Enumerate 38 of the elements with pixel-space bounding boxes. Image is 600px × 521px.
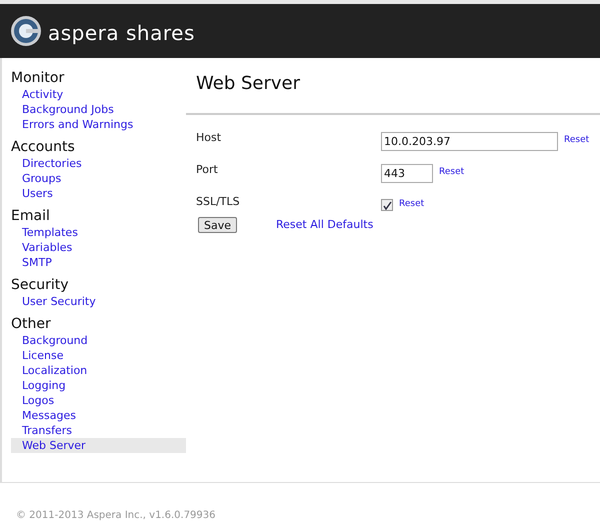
text-field[interactable]: 443	[381, 164, 433, 182]
field-label: Port	[196, 162, 219, 178]
sidebar-link[interactable]: User Security	[11, 294, 186, 309]
sidebar-link[interactable]: Messages	[11, 408, 186, 423]
reset-link[interactable]: Reset	[564, 134, 590, 148]
sidebar-link[interactable]: Logging	[11, 378, 186, 393]
sidebar-link[interactable]: Localization	[11, 363, 186, 378]
sidebar-link[interactable]: License	[11, 348, 186, 363]
sidebar-link[interactable]: Transfers	[11, 423, 186, 438]
reset-all-link[interactable]: Reset All Defaults	[276, 217, 374, 234]
sidebar-link[interactable]: Background	[11, 333, 186, 348]
app-title: aspera shares	[48, 20, 195, 47]
checkbox[interactable]	[381, 199, 393, 211]
copyright-text: © 2011-2013 Aspera Inc., v1.6.0.79936	[16, 510, 216, 521]
sidebar-link[interactable]: Variables	[11, 240, 186, 255]
section-heading: Accounts	[11, 138, 76, 156]
sidebar-link[interactable]: Groups	[11, 171, 186, 186]
sidebar-link[interactable]: Web Server	[11, 438, 186, 453]
reset-link[interactable]: Reset	[399, 198, 424, 212]
sidebar-link[interactable]: Errors and Warnings	[11, 117, 186, 132]
section-heading: Monitor	[11, 69, 66, 87]
save-button[interactable]: Save	[198, 217, 238, 234]
text-field[interactable]: 10.0.203.97	[381, 132, 558, 150]
sidebar-link[interactable]: Users	[11, 186, 186, 201]
field-label: Host	[196, 130, 222, 146]
sidebar-link[interactable]: SMTP	[11, 255, 186, 270]
reset-link[interactable]: Reset	[439, 166, 464, 180]
sidebar-link[interactable]: Logos	[11, 393, 186, 408]
sidebar-link[interactable]: Background Jobs	[11, 102, 186, 117]
field-label: SSL/TLS	[196, 194, 241, 210]
page-title: Web Server	[196, 72, 301, 96]
section-heading: Other	[11, 315, 52, 333]
sidebar-link[interactable]: Templates	[11, 225, 186, 240]
logo-icon	[10, 15, 42, 47]
section-heading: Email	[11, 207, 51, 225]
sidebar-link[interactable]: Directories	[11, 156, 186, 171]
sidebar-link[interactable]: Activity	[11, 87, 186, 102]
section-heading: Security	[11, 276, 70, 294]
